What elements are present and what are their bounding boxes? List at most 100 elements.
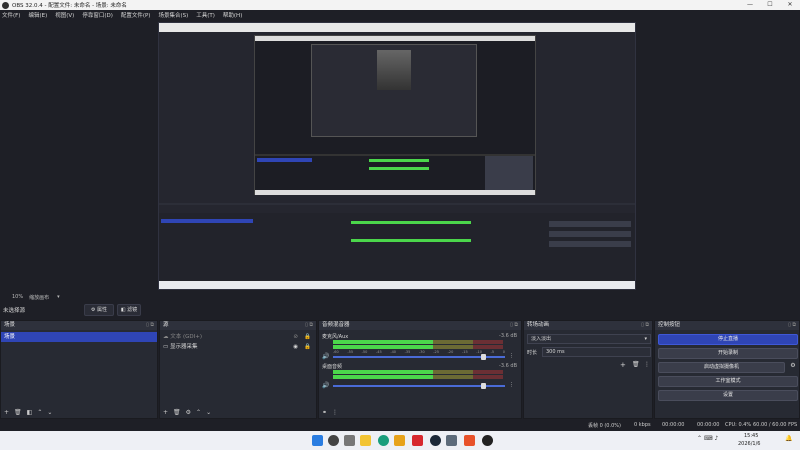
minimize-button[interactable]: — [740,0,760,10]
filter-icon: ◧ [120,307,126,313]
file-explorer-icon[interactable] [360,435,371,446]
preview-toolbar: 10% 缩放画布 ▾ [0,292,800,302]
source-toolbar: 未选择源 ⚙ 属性 ◧ 滤镜 [0,303,800,317]
track-name: 桌面音频 [322,364,343,370]
scene-item[interactable]: 场景 [1,332,157,342]
transitions-dock: 转场动画 ▯ ⧉ 淡入淡出 ▾ 时长 300 ms + 🗑 ⋮ [523,320,653,419]
transition-menu-icon[interactable]: ⋮ [644,361,650,368]
remove-transition-icon[interactable]: 🗑 [632,361,640,368]
source-properties-icon[interactable]: ⚙ [186,409,191,416]
menu-help[interactable]: 帮助(H) [223,11,242,19]
start-recording-button[interactable]: 开始录制 [658,348,798,359]
gear-icon[interactable]: ⚙ [788,362,798,373]
meter-yellow [433,345,473,349]
menu-profile[interactable]: 配置文件(P) [121,11,151,19]
source-item[interactable]: ☁ 文本 (GDI+) ⊘ 🔒 [160,332,316,342]
meter-yellow [433,370,473,374]
tray-icons[interactable]: ⌃ ⌨ ♪ [697,435,718,442]
volume-handle[interactable] [481,383,486,389]
chevron-down-icon[interactable]: ▾ [57,294,60,300]
add-source-icon[interactable]: + [163,409,168,416]
menu-tools[interactable]: 工具(T) [196,11,215,19]
link-icon[interactable]: ⚭ [322,409,327,416]
visibility-hidden-icon[interactable]: ⊘ [293,332,298,342]
meter-red [473,370,503,374]
sources-footer: + 🗑 ⚙ ⌃ ⌄ [160,407,316,418]
app-icon[interactable] [464,435,475,446]
scenes-dock-header: 场景 ▯ ⧉ [1,321,157,330]
chevron-down-icon: ▾ [644,336,647,342]
windows-start-icon[interactable] [312,435,323,446]
settings-button[interactable]: 设置 [658,390,798,401]
clock-date[interactable]: 2026/1/6 [738,441,760,447]
source-item[interactable]: ▭ 显示器采集 ◉ 🔒 [160,342,316,352]
filters-button[interactable]: ◧ 滤镜 [117,304,141,316]
zoom-mode-dropdown[interactable]: 缩放画布 [29,294,49,301]
track-menu-icon[interactable]: ⋮ [509,353,514,359]
menu-bar: 文件(F) 编辑(E) 视图(V) 停靠窗口(D) 配置文件(P) 场景集合(S… [0,10,800,20]
app-icon[interactable] [446,435,457,446]
meter-red [473,375,503,379]
mixer-footer: ⚭ ⋮ [319,407,521,418]
transitions-dock-header: 转场动画 ▯ ⧉ [524,321,652,330]
move-up-icon[interactable]: ⌃ [37,409,42,416]
mirror-titlebar [159,23,635,32]
remove-scene-icon[interactable]: 🗑 [14,409,22,416]
meter-green [333,340,433,344]
search-icon[interactable] [328,435,339,446]
track-db: -3.6 dB [499,333,517,339]
app-icon[interactable] [412,435,423,446]
speaker-icon[interactable]: 🔊 [322,353,329,360]
volume-slider[interactable] [333,356,505,358]
preview-canvas[interactable] [158,22,636,290]
taskbar: ⌃ ⌨ ♪ 15:45 2026/1/6 🔔 [0,431,800,450]
clock-time[interactable]: 15:45 [744,433,758,439]
studio-mode-button[interactable]: 工作室模式 [658,376,798,387]
obs-taskbar-icon[interactable] [482,435,493,446]
mirror-preview [254,35,536,195]
dropped-frames: 丢帧 0 (0.0%) [588,423,621,429]
notification-icon[interactable]: 🔔 [785,435,792,442]
menu-edit[interactable]: 编辑(E) [28,11,47,19]
properties-button[interactable]: ⚙ 属性 [84,304,114,316]
virtual-camera-button[interactable]: 启动虚拟摄像机 [658,362,785,373]
meter-yellow [433,340,473,344]
add-transition-icon[interactable]: + [620,361,626,369]
meter-green [333,375,433,379]
close-button[interactable]: ✕ [780,0,800,10]
app-icon[interactable] [394,435,405,446]
menu-view[interactable]: 视图(V) [55,11,74,19]
scene-filters-icon[interactable]: ◧ [27,409,33,416]
menu-scene-collection[interactable]: 场景集合(S) [158,11,188,19]
scenes-footer: + 🗑 ◧ ⌃ ⌄ [1,407,157,418]
remove-source-icon[interactable]: 🗑 [173,409,181,416]
zoom-level[interactable]: 10% [12,294,23,300]
volume-slider[interactable] [333,385,505,387]
move-up-icon[interactable]: ⌃ [196,409,201,416]
steam-icon[interactable] [430,435,441,446]
mixer-menu-icon[interactable]: ⋮ [332,409,338,416]
menu-file[interactable]: 文件(F) [2,11,20,19]
meter-ticks: -60 -55 -50 -45 -40 -35 -30 -25 -20 -15 -10 -5 0 [333,350,505,354]
transition-select[interactable]: 淡入淡出 ▾ [527,334,651,344]
menu-docks[interactable]: 停靠窗口(D) [82,11,113,19]
task-view-icon[interactable] [344,435,355,446]
lock-icon[interactable]: 🔒 [304,342,311,352]
mirror-taskbar [159,281,635,289]
bitrate: 0 kbps [634,422,651,428]
move-down-icon[interactable]: ⌄ [206,409,211,416]
maximize-button[interactable]: ☐ [760,0,780,10]
eye-icon[interactable]: ◉ [293,342,298,352]
sources-dock: 源 ▯ ⧉ ☁ 文本 (GDI+) ⊘ 🔒 ▭ 显示器采集 ◉ 🔒 + 🗑 ⚙ ⌃… [159,320,317,419]
duration-input[interactable]: 300 ms [542,347,651,357]
edge-icon[interactable] [378,435,389,446]
meter-red [473,340,503,344]
speaker-icon[interactable]: 🔊 [322,382,329,389]
scenes-dock: 场景 ▯ ⧉ 场景 + 🗑 ◧ ⌃ ⌄ [0,320,158,419]
stop-streaming-button[interactable]: 停止直播 [658,334,798,345]
move-down-icon[interactable]: ⌄ [47,409,52,416]
track-menu-icon[interactable]: ⋮ [509,382,514,388]
add-scene-icon[interactable]: + [4,409,9,416]
volume-handle[interactable] [481,354,486,360]
lock-icon[interactable]: 🔒 [304,332,311,342]
